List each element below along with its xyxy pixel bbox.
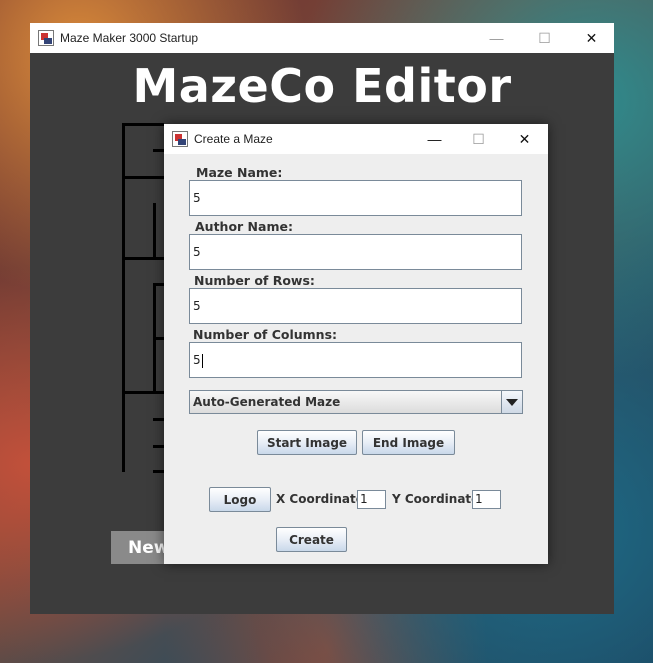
author-name-field[interactable]: 5 [189,234,522,270]
chevron-down-icon[interactable] [501,391,522,413]
app-heading: MazeCo Editor [132,59,512,113]
maze-type-dropdown[interactable]: Auto-Generated Maze [189,390,523,414]
java-app-icon [172,131,188,147]
main-window-title: Maze Maker 3000 Startup [60,31,199,45]
java-app-icon [38,30,54,46]
minimize-icon[interactable]: — [412,124,457,154]
main-title-bar[interactable]: Maze Maker 3000 Startup — ☐ ✕ [30,23,614,53]
create-maze-dialog: Create a Maze — ☐ ✕ Maze Name: 5 Author … [164,124,548,564]
rows-field[interactable]: 5 [189,288,522,324]
columns-field[interactable]: 5 [189,342,522,378]
logo-button[interactable]: Logo [209,487,271,512]
author-name-value: 5 [193,245,201,259]
columns-value: 5 [193,353,201,367]
minimize-icon[interactable]: — [474,23,519,53]
maze-name-label: Maze Name: [196,165,283,180]
x-coordinate-label: X Coordinate: [276,492,369,506]
maze-name-field[interactable]: 5 [189,180,522,216]
dialog-content: Maze Name: 5 Author Name: 5 Number of Ro… [164,154,548,564]
y-coordinate-value: 1 [475,492,483,506]
maximize-icon[interactable]: ☐ [522,23,567,53]
x-coordinate-field[interactable]: 1 [357,490,386,509]
dialog-title: Create a Maze [194,132,273,146]
close-icon[interactable]: ✕ [569,23,614,53]
maximize-icon[interactable]: ☐ [456,124,501,154]
columns-label: Number of Columns: [193,327,338,342]
create-button[interactable]: Create [276,527,347,552]
author-name-label: Author Name: [195,219,293,234]
y-coordinate-field[interactable]: 1 [472,490,501,509]
close-icon[interactable]: ✕ [502,124,547,154]
y-coordinate-label: Y Coordinate: [392,492,485,506]
dialog-title-bar[interactable]: Create a Maze — ☐ ✕ [164,124,548,154]
x-coordinate-value: 1 [360,492,368,506]
maze-type-selected: Auto-Generated Maze [193,395,341,409]
maze-name-value: 5 [193,191,201,205]
end-image-button[interactable]: End Image [362,430,455,455]
rows-label: Number of Rows: [194,273,315,288]
text-caret [201,353,203,368]
rows-value: 5 [193,299,201,313]
start-image-button[interactable]: Start Image [257,430,357,455]
